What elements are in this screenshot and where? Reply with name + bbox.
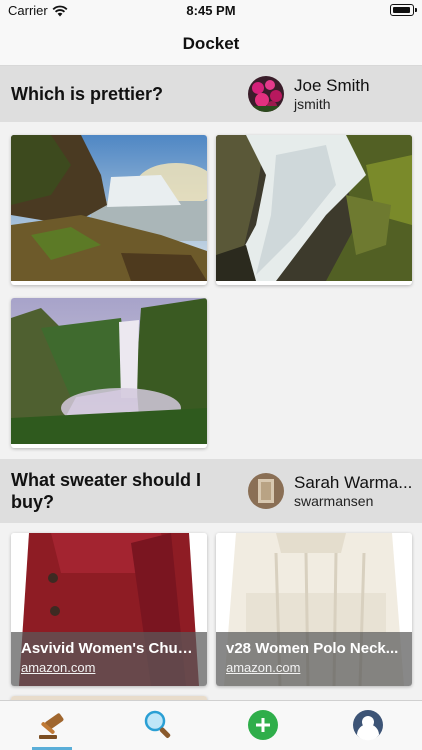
nav-bar: Docket — [0, 22, 422, 66]
author-block[interactable]: Joe Smith jsmith — [248, 76, 420, 113]
author-handle: jsmith — [294, 95, 331, 112]
author-name: Joe Smith — [294, 75, 370, 95]
option-product-card[interactable]: v28 Women Polo Neck... amazon.com — [216, 533, 412, 686]
waterfall-photo — [216, 135, 412, 281]
author-block[interactable]: Sarah Warma... swarmansen — [248, 473, 420, 510]
question-header[interactable]: Which is prettier? Joe Smith jsmith — [0, 66, 422, 122]
waterfall-photo — [11, 135, 207, 281]
battery-icon — [390, 4, 417, 16]
question-header[interactable]: What sweater should I buy? Sarah Warma..… — [0, 459, 422, 523]
author-name: Sarah Warma... — [294, 472, 413, 492]
tab-new-question[interactable] — [210, 701, 315, 750]
product-title: Asvivid Women's Chun... — [21, 640, 197, 657]
add-icon — [247, 710, 278, 740]
product-overlay: v28 Women Polo Neck... amazon.com — [216, 632, 412, 686]
waterfall-photo — [11, 298, 207, 444]
tab-profile[interactable] — [315, 701, 420, 750]
option-product-card[interactable]: Asvivid Women's Chun... amazon.com — [11, 533, 207, 686]
page-title: Docket — [182, 33, 240, 53]
avatar[interactable] — [248, 473, 284, 509]
product-link[interactable]: amazon.com — [21, 660, 197, 675]
tab-search[interactable] — [105, 701, 210, 750]
option-image-card[interactable] — [11, 135, 207, 285]
question-title: What sweater should I buy? — [11, 470, 202, 512]
gavel-icon — [38, 713, 63, 739]
product-link[interactable]: amazon.com — [226, 660, 402, 675]
status-bar: Carrier 8:45 PM — [0, 0, 422, 22]
option-image-card[interactable] — [11, 298, 207, 448]
status-time: 8:45 PM — [186, 3, 236, 18]
search-icon — [144, 710, 170, 738]
product-title: v28 Women Polo Neck... — [226, 640, 399, 657]
profile-icon — [352, 710, 383, 741]
option-image-card[interactable] — [216, 135, 412, 285]
avatar[interactable] — [248, 76, 284, 112]
tab-feed[interactable] — [0, 701, 105, 750]
author-handle: swarmansen — [294, 492, 374, 509]
tab-bar — [0, 700, 422, 750]
question-title: Which is prettier? — [11, 84, 164, 104]
product-overlay: Asvivid Women's Chun... amazon.com — [11, 632, 207, 686]
